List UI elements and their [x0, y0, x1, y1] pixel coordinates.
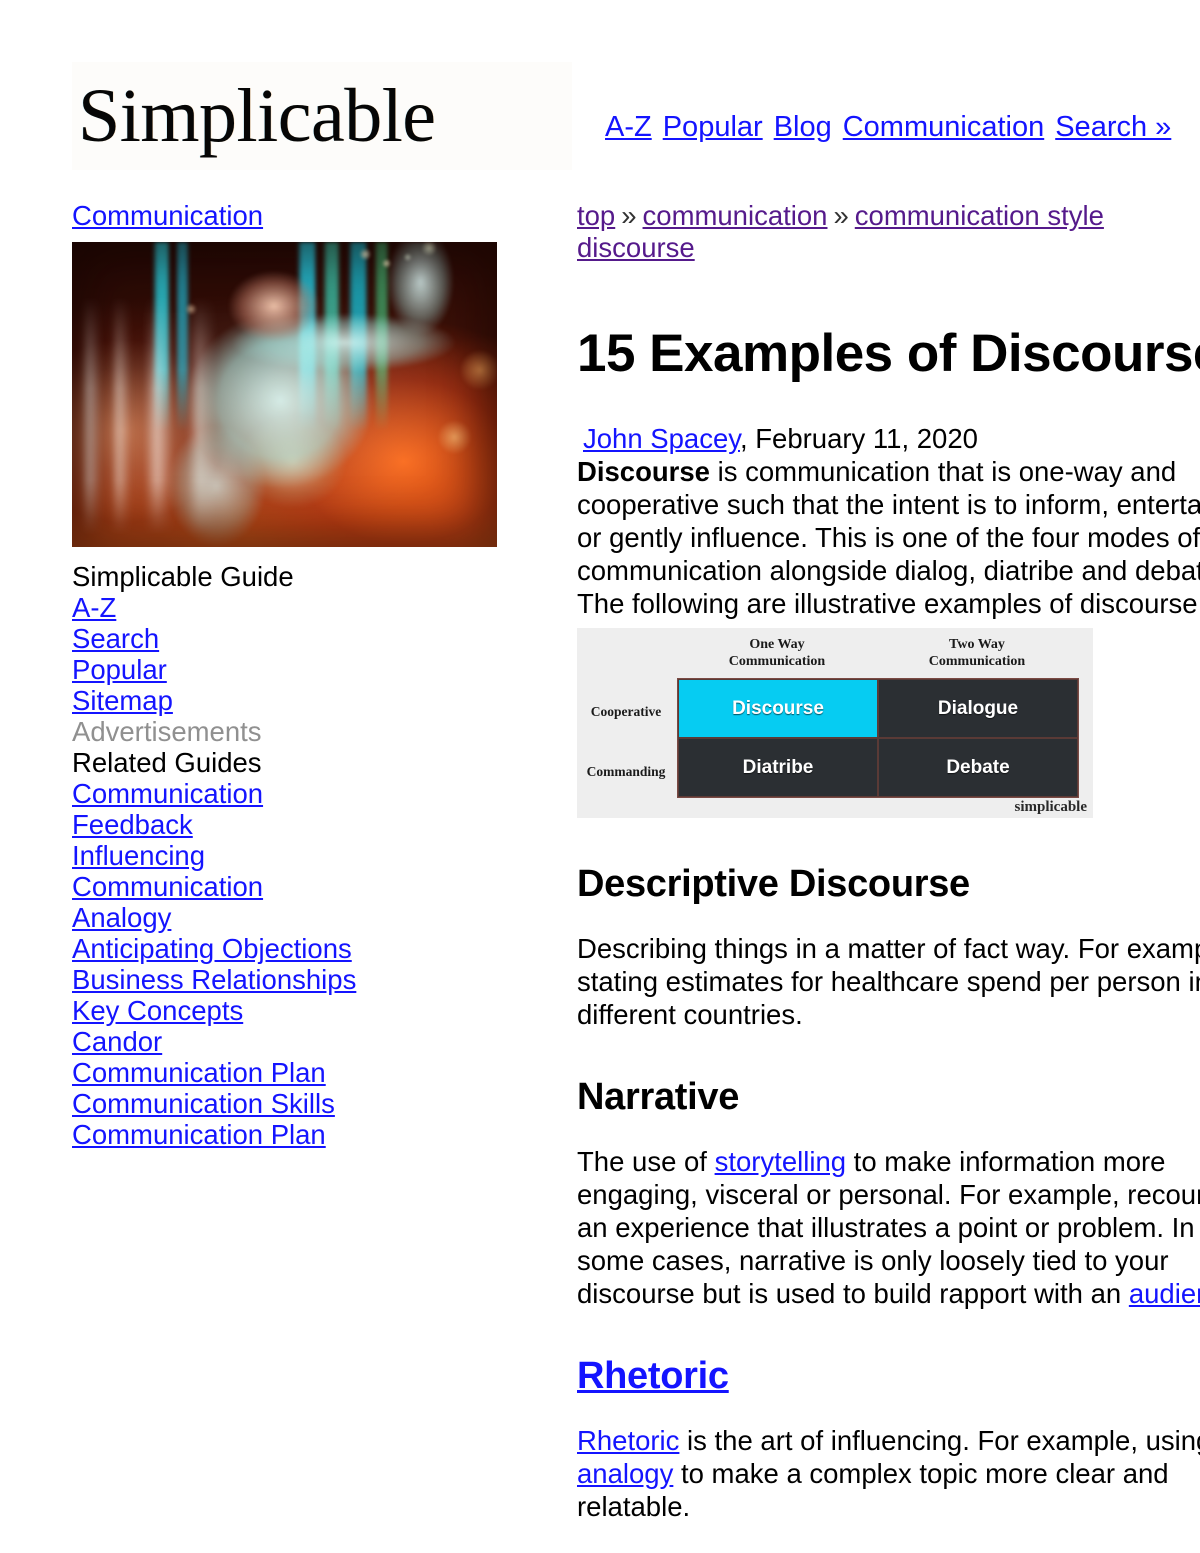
diagram-col-one-line2: Communication [728, 654, 826, 669]
narr-line-1-pre: The use of [577, 1146, 715, 1177]
sidebar-item-analogy[interactable]: Analogy [72, 902, 532, 933]
sidebar-item-communication-top[interactable]: Communication [72, 200, 532, 231]
storytelling-link[interactable]: storytelling [715, 1146, 846, 1177]
header-nav: A-Z Popular Blog Communication Search » [605, 110, 1171, 144]
intro-line-1: Discourse is communication that is one-w… [577, 455, 1197, 488]
sidebar-item-search[interactable]: Search [72, 623, 532, 654]
narr-line-4: some cases, narrative is only loosely ti… [577, 1245, 1169, 1276]
page-root: Simplicable A-Z Popular Blog Communication S… [0, 0, 1200, 1553]
section-body-narrative: The use of storytelling to make informat… [577, 1145, 1200, 1310]
sidebar-item-influencing[interactable]: Influencing [72, 840, 532, 871]
sidebar-heading-guide: Simplicable Guide [72, 561, 294, 592]
intro-line-3: or gently influence. This is one of the … [577, 522, 1200, 553]
sidebar-item-candor[interactable]: Candor [72, 1026, 532, 1057]
section-body-rhetoric: Rhetoric is the art of influencing. For … [577, 1424, 1200, 1523]
narr-line-1-post: to make information more [846, 1146, 1166, 1177]
page-title: 15 Examples of Discourse [577, 324, 1200, 383]
breadcrumb-separator-1: » [621, 200, 637, 231]
diagram-col-two-line2: Communication [928, 654, 1026, 669]
sidebar-item-communication-plan[interactable]: Communication Plan [72, 1057, 532, 1088]
section-body-descriptive-discourse: Describing things in a matter of fact wa… [577, 932, 1200, 1031]
narr-line-2: engaging, visceral or personal. For exam… [577, 1179, 1200, 1210]
diagram-cell-dialogue: Dialogue [878, 679, 1078, 738]
intro-line-1-rest: is communication that is one-way and [709, 456, 1177, 487]
sidebar-item-a-z[interactable]: A-Z [72, 592, 532, 623]
breadcrumb-item-communication[interactable]: communication [643, 200, 828, 231]
sidebar-item-communication-2[interactable]: Communication [72, 871, 532, 902]
article-intro: Discourse is communication that is one-w… [577, 455, 1200, 620]
narr-line-1: The use of storytelling to make informat… [577, 1145, 1197, 1178]
hero-image [72, 242, 497, 547]
diagram-column-header-two-way: Two Way Communication [877, 636, 1077, 670]
diagram-cell-debate: Debate [878, 738, 1078, 797]
site-header: Simplicable A-Z Popular Blog Communication S… [72, 62, 1172, 172]
main-content: top» communication» communication style di… [577, 200, 1200, 1523]
sidebar-item-anticipating-objections[interactable]: Anticipating Objections [72, 933, 532, 964]
sidebar-heading-related-guides: Related Guides [72, 747, 262, 778]
rhet-line-3: relatable. [577, 1491, 691, 1522]
nav-link-blog[interactable]: Blog [774, 111, 832, 143]
breadcrumb-item-discourse[interactable]: discourse [577, 232, 695, 263]
diagram-grid: Discourse Dialogue Diatribe Debate [677, 678, 1079, 798]
sidebar: Communication Simplicable Guide A-Z Sear… [72, 200, 532, 1150]
rhet-line-2-post: to make a complex topic more clear and [673, 1458, 1169, 1489]
intro-lead-term: Discourse [577, 456, 710, 487]
nav-link-search[interactable]: Search » [1055, 111, 1171, 143]
sidebar-item-communication[interactable]: Communication [72, 778, 532, 809]
sidebar-item-feedback[interactable]: Feedback [72, 809, 532, 840]
breadcrumb-item-top[interactable]: top [577, 200, 615, 231]
rhet-line-2: analogy to make a complex topic more cle… [577, 1457, 1197, 1490]
diagram-watermark: simplicable [1014, 799, 1087, 815]
breadcrumb: top» communication» communication style di… [577, 200, 1197, 264]
sidebar-item-business-relationships[interactable]: Business Relationships [72, 964, 532, 995]
desc-line-1: Describing things in a matter of fact wa… [577, 933, 1200, 964]
sidebar-item-key-concepts[interactable]: Key Concepts [72, 995, 532, 1026]
sidebar-item-communication-plan-2[interactable]: Communication Plan [72, 1119, 532, 1150]
section-heading-rhetoric[interactable]: Rhetoric [577, 1354, 1177, 1398]
desc-line-3: different countries. [577, 999, 803, 1030]
rhet-line-1-post: is the art of influencing. For example, … [679, 1425, 1200, 1456]
author-link[interactable]: John Spacey [583, 423, 740, 454]
intro-line-2: cooperative such that the intent is to i… [577, 489, 1200, 520]
sidebar-item-communication-skills[interactable]: Communication Skills [72, 1088, 532, 1119]
diagram-cell-diatribe: Diatribe [678, 738, 878, 797]
diagram-col-one-line1: One Way [749, 637, 805, 652]
hero-image-vignette [72, 242, 497, 547]
section-heading-narrative: Narrative [577, 1076, 740, 1118]
article-byline: John Spacey, February 11, 2020 [577, 422, 1177, 455]
nav-link-popular[interactable]: Popular [663, 111, 763, 143]
site-logo-text: Simplicable [78, 74, 436, 158]
sidebar-item-popular[interactable]: Popular [72, 654, 532, 685]
analogy-link[interactable]: analogy [577, 1458, 673, 1489]
narr-line-3: an experience that illustrates a point o… [577, 1212, 1195, 1243]
narr-line-5: discourse but is used to build rapport w… [577, 1277, 1200, 1310]
narr-line-5-pre: discourse but is used to build rapport w… [577, 1278, 1129, 1309]
breadcrumb-separator-2: » [833, 200, 849, 231]
article-date: , February 11, 2020 [739, 423, 978, 454]
diagram-row-header-cooperative: Cooperative [590, 704, 662, 719]
diagram-column-header-one-way: One Way Communication [677, 636, 877, 670]
diagram-row-header-commanding: Commanding [586, 764, 666, 779]
audience-link[interactable]: audience [1129, 1278, 1200, 1309]
intro-line-5: The following are illustrative examples … [577, 588, 1200, 619]
breadcrumb-item-communication-style[interactable]: communication style [855, 200, 1104, 231]
rhet-line-1: Rhetoric is the art of influencing. For … [577, 1424, 1200, 1457]
diagram-col-two-line1: Two Way [949, 637, 1005, 652]
nav-link-a-z[interactable]: A-Z [605, 111, 652, 143]
site-logo[interactable]: Simplicable [72, 62, 572, 170]
diagram-cell-discourse: Discourse [678, 679, 878, 738]
sidebar-item-sitemap[interactable]: Sitemap [72, 685, 532, 716]
desc-line-2: stating estimates for healthcare spend p… [577, 966, 1200, 997]
communication-modes-diagram: One Way Communication Two Way Communicat… [577, 628, 1093, 818]
sidebar-advertisements-label: Advertisements [72, 716, 262, 747]
section-heading-descriptive-discourse: Descriptive Discourse [577, 863, 970, 905]
rhetoric-link[interactable]: Rhetoric [577, 1425, 679, 1456]
intro-line-4: communication alongside dialog, diatribe… [577, 555, 1200, 586]
nav-link-communication[interactable]: Communication [843, 111, 1044, 143]
